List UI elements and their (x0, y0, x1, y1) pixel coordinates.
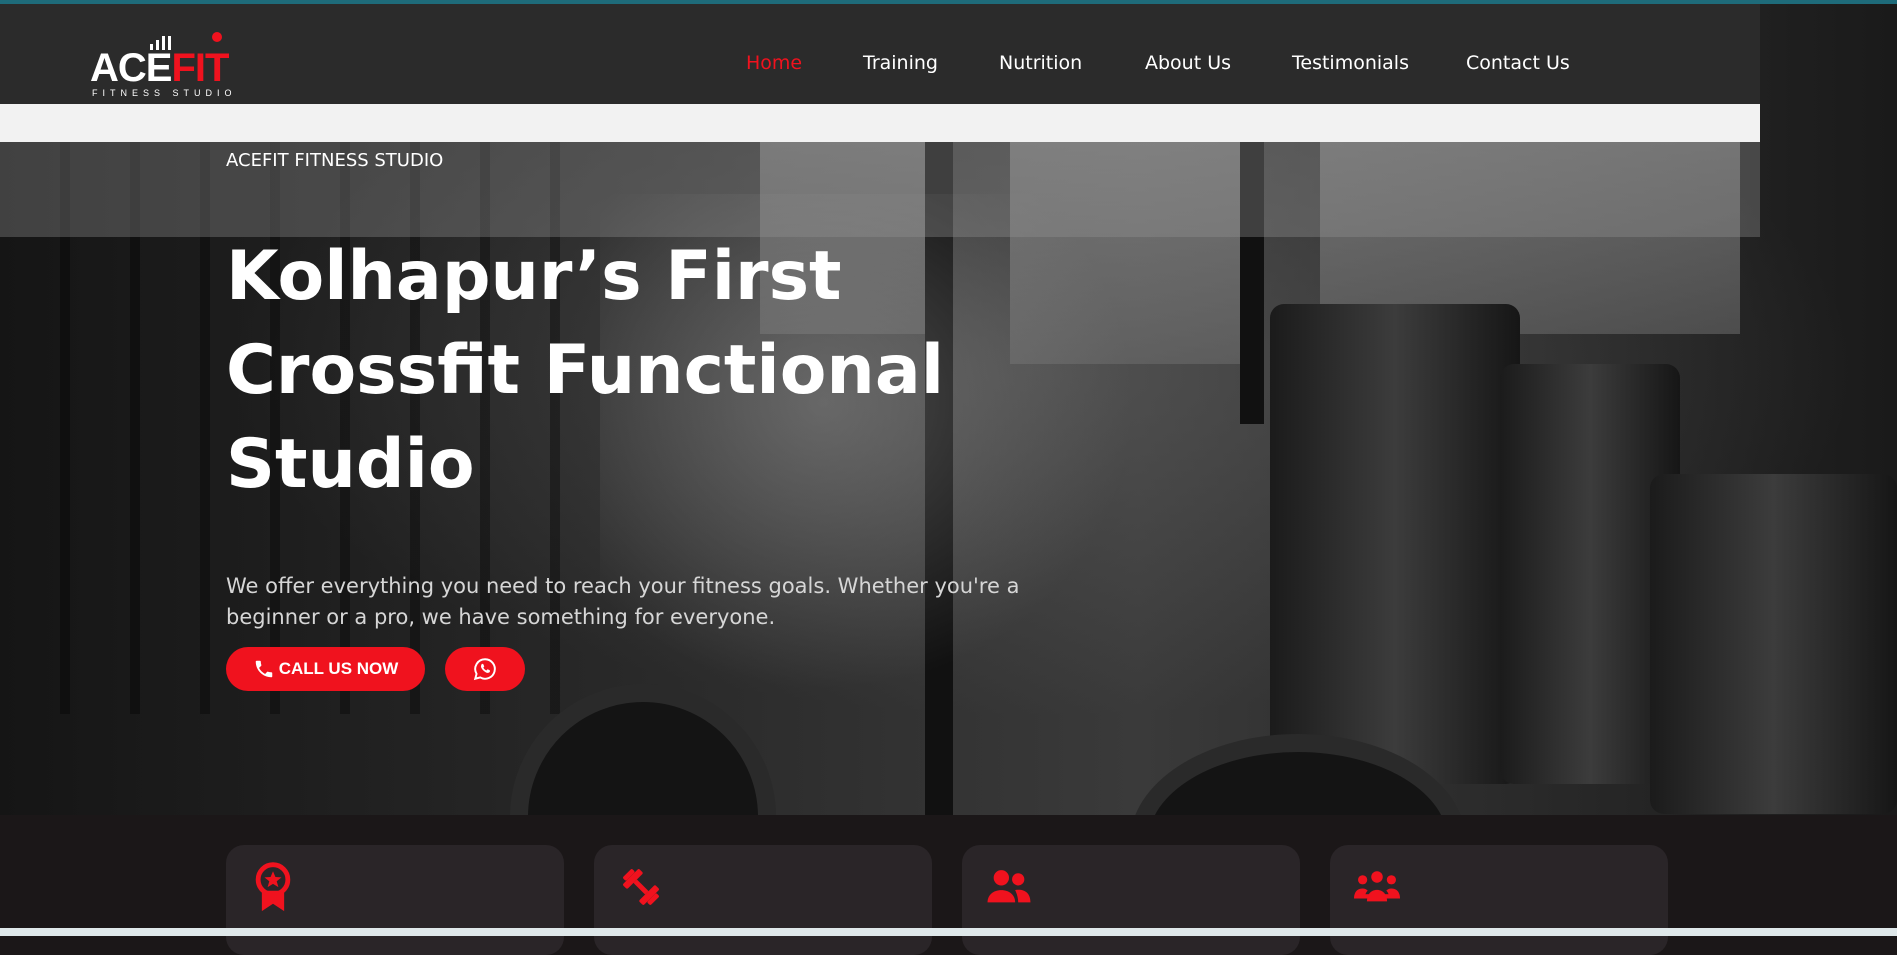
whatsapp-icon (473, 658, 496, 681)
group-icon (1354, 871, 1400, 902)
hero-headline-line: Kolhapur’s First (226, 237, 842, 316)
feature-card[interactable] (1330, 845, 1668, 955)
features-section (0, 815, 1897, 955)
nav-item-training[interactable]: Training (863, 52, 938, 74)
main-navigation: ACEFIT FITNESS STUDIO Home Training Nutr… (0, 4, 1760, 104)
page-bottom-edge (0, 928, 1897, 936)
dumbbell-icon (623, 869, 659, 905)
hero-background-plate-stack (1650, 474, 1897, 814)
award-icon (255, 862, 291, 912)
logo-dot (212, 32, 222, 42)
nav-item-about-us[interactable]: About Us (1145, 52, 1231, 74)
nav-item-home[interactable]: Home (746, 52, 802, 74)
header-white-strip (0, 102, 1760, 142)
logo-word-main: ACE (90, 46, 172, 90)
logo-subtitle: FITNESS STUDIO (92, 88, 237, 98)
logo-word-accent: FIT (171, 46, 229, 90)
users-icon (987, 870, 1031, 903)
phone-icon (255, 660, 272, 678)
site-logo[interactable]: ACEFIT FITNESS STUDIO (90, 32, 250, 102)
feature-card[interactable] (594, 845, 932, 955)
feature-card[interactable] (226, 845, 564, 955)
nav-item-contact-us[interactable]: Contact Us (1466, 52, 1570, 74)
hero-headline: Kolhapur’s First Crossfit Functional Stu… (226, 230, 945, 512)
nav-item-nutrition[interactable]: Nutrition (999, 52, 1082, 74)
hero-description: We offer everything you need to reach yo… (226, 574, 1020, 629)
whatsapp-button[interactable] (445, 647, 525, 691)
hero-background-plate-stack (1270, 304, 1520, 784)
hero-kicker: ACEFIT FITNESS STUDIO (226, 150, 444, 171)
feature-card[interactable] (962, 845, 1300, 955)
call-us-button[interactable]: CALL US NOW (226, 647, 425, 691)
logo-wordmark: ACEFIT (90, 46, 229, 91)
call-us-label: CALL US NOW (278, 659, 399, 678)
hero-headline-line: Studio (226, 425, 475, 504)
hero-headline-line: Crossfit Functional (226, 331, 945, 410)
nav-item-testimonials[interactable]: Testimonials (1292, 52, 1409, 74)
